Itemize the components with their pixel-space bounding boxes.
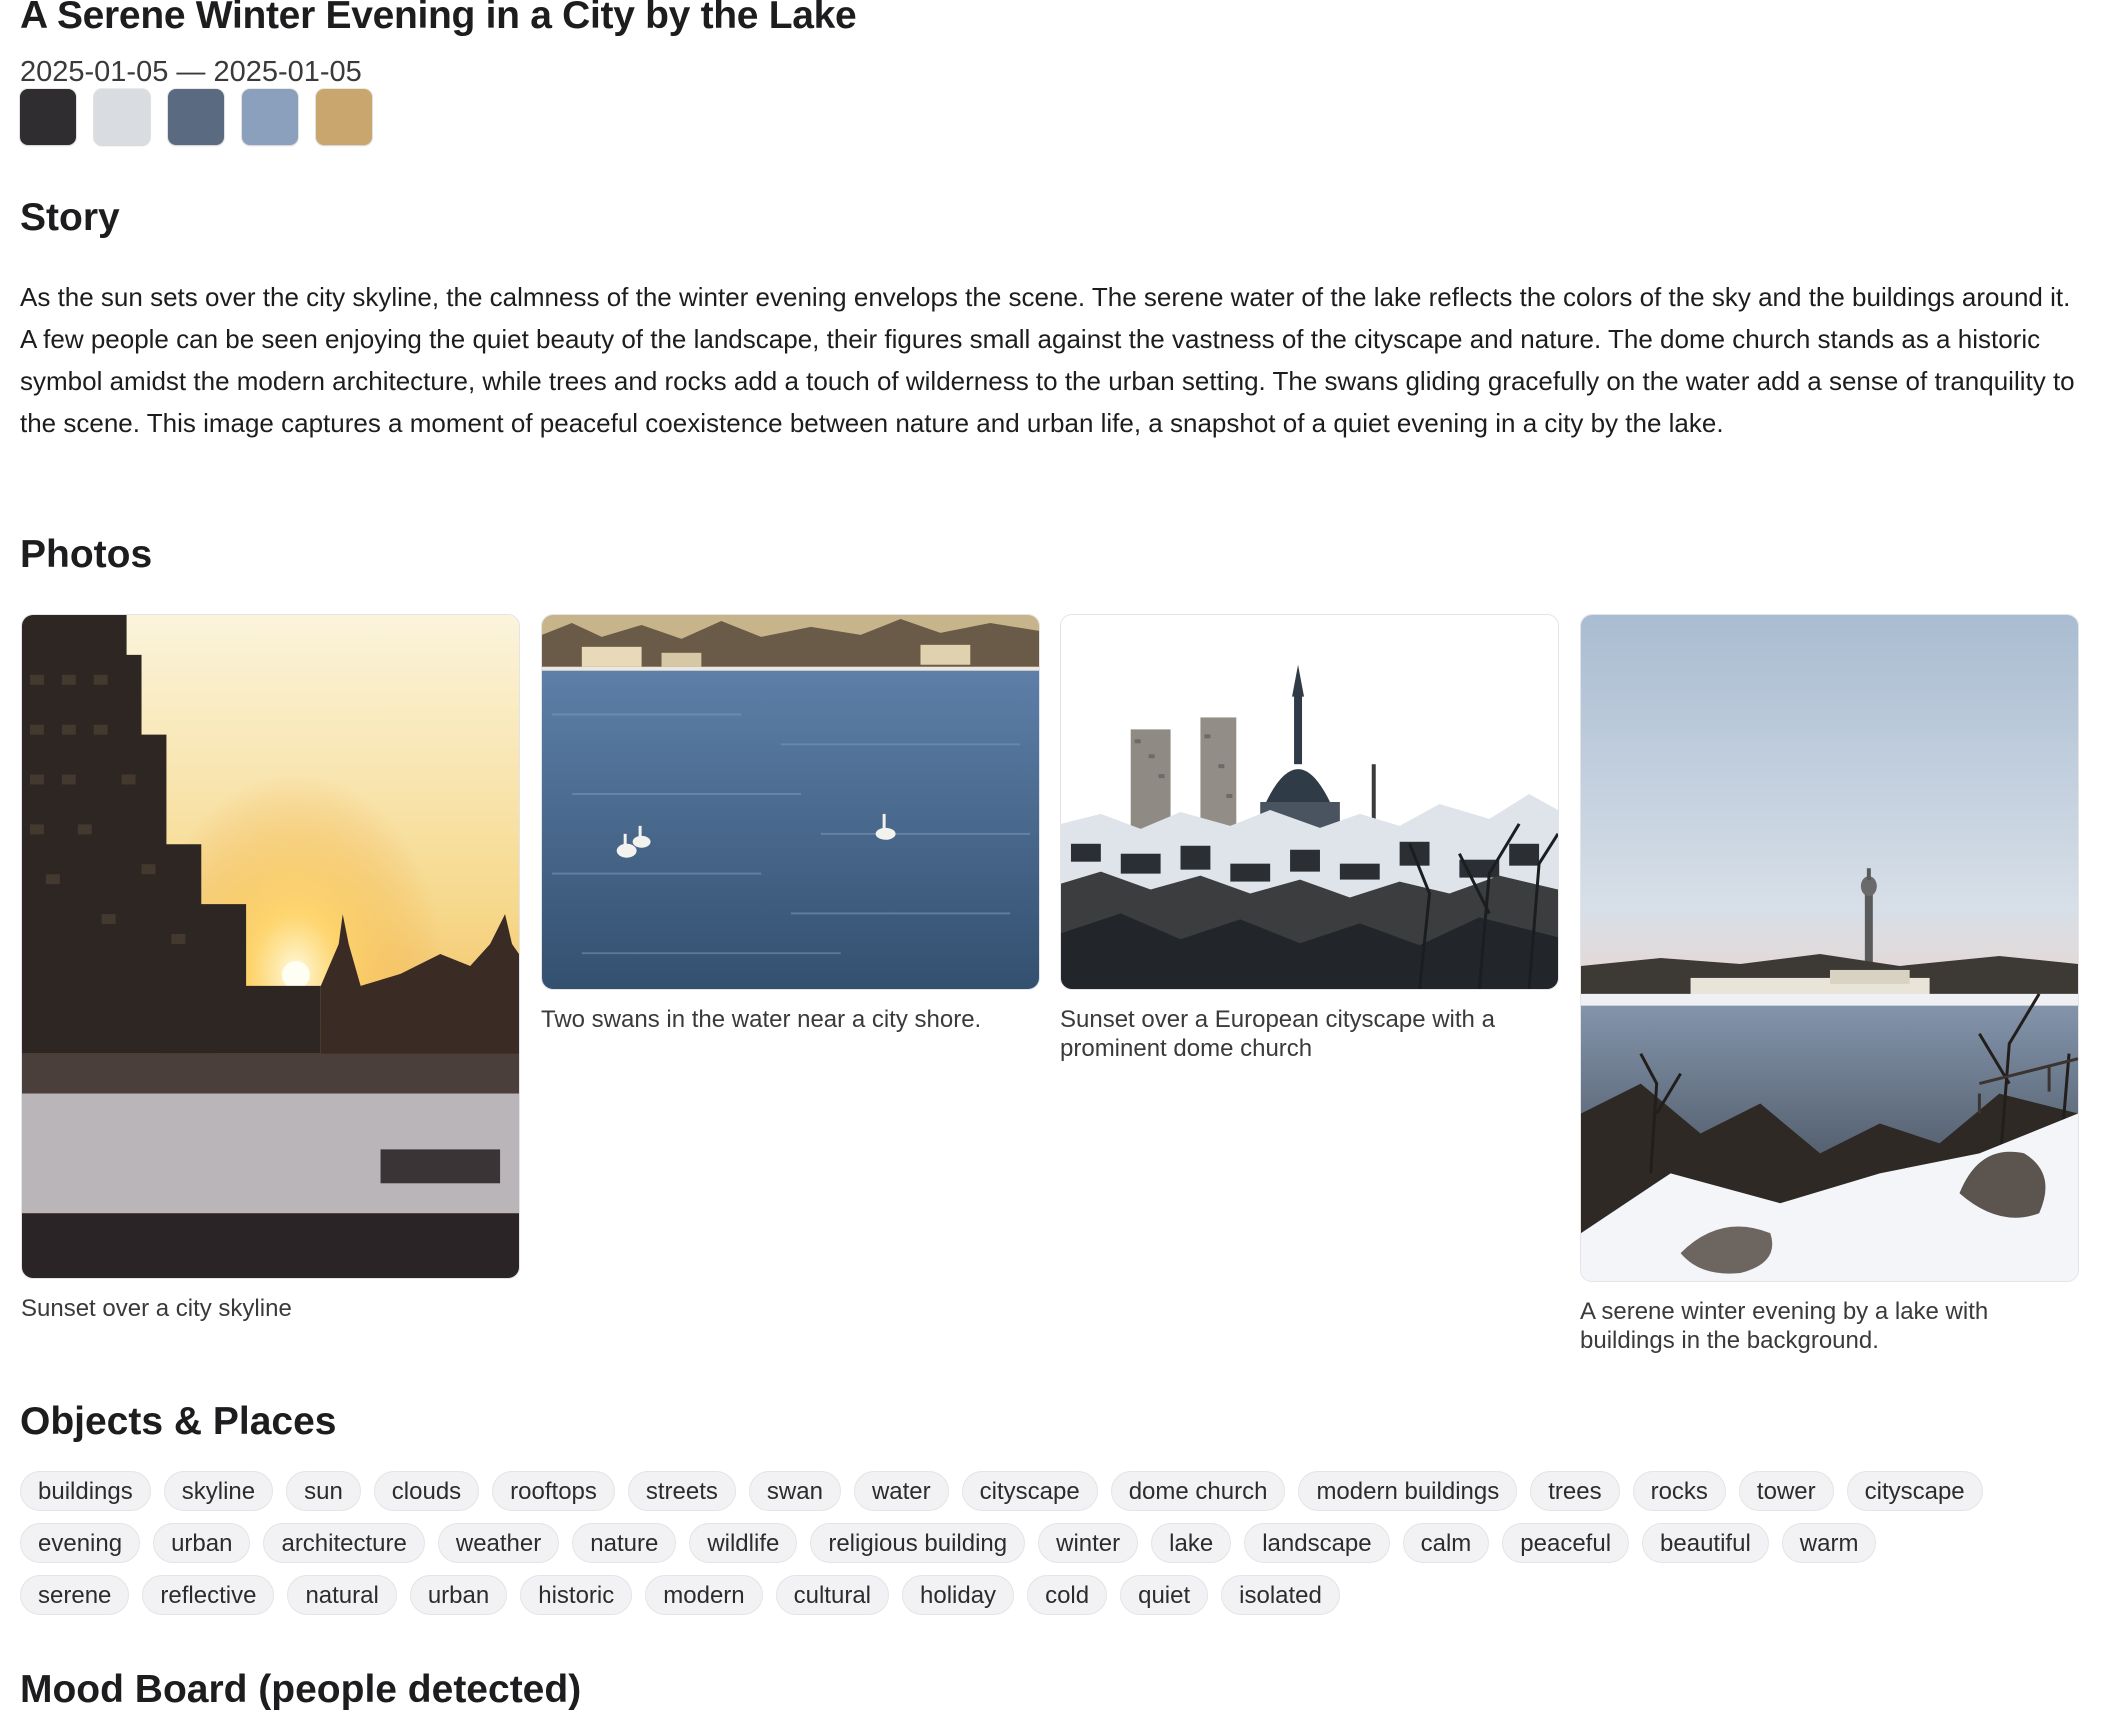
tag-chip[interactable]: architecture	[263, 1523, 425, 1563]
photo-card[interactable]: Two swans in the water near a city shore…	[541, 614, 1040, 1034]
palette-swatch	[316, 89, 372, 145]
tag-chip[interactable]: cityscape	[961, 1471, 1098, 1511]
tag-chip[interactable]: sun	[286, 1471, 361, 1511]
photo-dome-church[interactable]	[1060, 614, 1559, 990]
swans-water-image	[542, 615, 1039, 989]
tag-chip[interactable]: landscape	[1244, 1523, 1390, 1563]
photo-caption: Two swans in the water near a city shore…	[541, 1006, 982, 1033]
tag-chip[interactable]: evening	[20, 1523, 141, 1563]
tag-chip[interactable]: modern	[645, 1575, 763, 1615]
photo-card[interactable]: A serene winter evening by a lake with b…	[1580, 614, 2079, 1355]
tag-chip[interactable]: cold	[1027, 1575, 1108, 1615]
palette-swatch	[20, 89, 76, 145]
tag-chip[interactable]: quiet	[1120, 1575, 1209, 1615]
tag-chip[interactable]: winter	[1038, 1523, 1139, 1563]
palette-swatch	[168, 89, 224, 145]
story-text: As the sun sets over the city skyline, t…	[20, 282, 2075, 438]
photo-story-page: A Serene Winter Evening in a City by the…	[0, 0, 2110, 1711]
tag-chip[interactable]: religious building	[810, 1523, 1026, 1563]
tag-chip[interactable]: reflective	[142, 1575, 275, 1615]
tag-chip[interactable]: wildlife	[689, 1523, 798, 1563]
photo-caption: A serene winter evening by a lake with b…	[1580, 1298, 1989, 1354]
photo-card[interactable]: Sunset over a city skyline	[21, 614, 520, 1323]
tag-chip[interactable]: beautiful	[1642, 1523, 1769, 1563]
tag-chip[interactable]: natural	[287, 1575, 397, 1615]
photo-winter-lake[interactable]	[1580, 614, 2079, 1282]
tag-row: buildings skyline sun clouds rooftops streets…	[20, 1471, 2100, 1511]
tag-row: serene reflective natural urban historic mode…	[20, 1575, 2100, 1615]
tag-chip[interactable]: peaceful	[1502, 1523, 1630, 1563]
tag-chip[interactable]: urban	[153, 1523, 251, 1563]
photo-swans-water[interactable]	[541, 614, 1040, 990]
tag-row: evening urban architecture weather nature wil…	[20, 1523, 2100, 1563]
tag-chip[interactable]: historic	[520, 1575, 633, 1615]
palette-swatch	[94, 89, 150, 145]
tag-chip[interactable]: weather	[437, 1523, 560, 1563]
photos-heading: Photos	[20, 533, 153, 576]
tag-chip[interactable]: rocks	[1632, 1471, 1726, 1511]
tag-chip[interactable]: holiday	[902, 1575, 1015, 1615]
dome-church-image	[1061, 615, 1558, 989]
tag-chip[interactable]: rooftops	[492, 1471, 615, 1511]
photo-caption: Sunset over a city skyline	[21, 1295, 292, 1322]
winter-lake-image	[1581, 615, 2078, 1281]
mood-board-heading: Mood Board (people detected)	[20, 1668, 582, 1711]
photo-caption: Sunset over a European cityscape with a …	[1060, 1006, 1495, 1062]
story-heading: Story	[20, 196, 120, 239]
tag-chip[interactable]: serene	[20, 1575, 130, 1615]
objects-heading: Objects & Places	[20, 1400, 337, 1443]
tag-chip[interactable]: buildings	[20, 1471, 151, 1511]
tag-chip[interactable]: isolated	[1221, 1575, 1340, 1615]
tag-chip[interactable]: urban	[409, 1575, 508, 1615]
tag-chip[interactable]: trees	[1530, 1471, 1620, 1511]
photo-sunset-skyline[interactable]	[21, 614, 520, 1279]
color-palette	[20, 89, 372, 145]
tag-chip[interactable]: cityscape	[1846, 1471, 1983, 1511]
tag-list: buildings skyline sun clouds rooftops streets…	[20, 1471, 2100, 1627]
tag-chip[interactable]: cultural	[775, 1575, 889, 1615]
tag-chip[interactable]: streets	[627, 1471, 736, 1511]
tag-chip[interactable]: swan	[748, 1471, 841, 1511]
photo-card[interactable]: Sunset over a European cityscape with a …	[1060, 614, 1559, 1063]
tag-chip[interactable]: modern buildings	[1298, 1471, 1518, 1511]
date-range: 2025-01-05 — 2025-01-05	[20, 56, 362, 88]
tag-chip[interactable]: lake	[1151, 1523, 1232, 1563]
palette-swatch	[242, 89, 298, 145]
tag-chip[interactable]: calm	[1402, 1523, 1490, 1563]
tag-chip[interactable]: clouds	[373, 1471, 480, 1511]
tag-chip[interactable]: tower	[1738, 1471, 1834, 1511]
tag-chip[interactable]: water	[853, 1471, 949, 1511]
tag-chip[interactable]: nature	[572, 1523, 677, 1563]
tag-chip[interactable]: skyline	[163, 1471, 274, 1511]
tag-chip[interactable]: dome church	[1110, 1471, 1286, 1511]
sunset-skyline-image	[22, 615, 519, 1278]
page-title: A Serene Winter Evening in a City by the…	[20, 0, 857, 37]
tag-chip[interactable]: warm	[1781, 1523, 1877, 1563]
